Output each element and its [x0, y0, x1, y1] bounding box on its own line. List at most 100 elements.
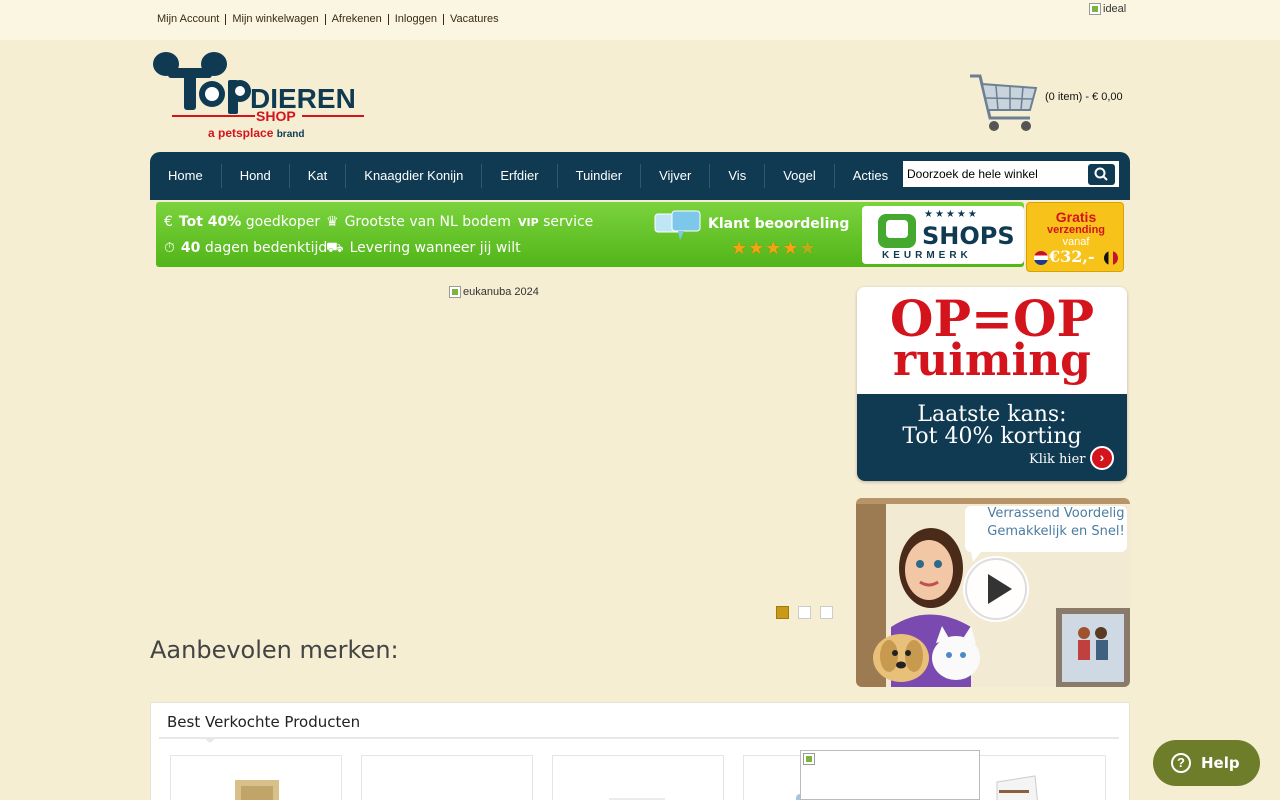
- search-input[interactable]: [907, 165, 1087, 183]
- speech-bubbles-icon: [654, 210, 701, 240]
- usp-largest: ♛ Grootste van NL bodem: [326, 214, 511, 230]
- search-icon: [1094, 167, 1108, 181]
- site-logo[interactable]: DIEREN SHOP a petsplace brand: [152, 50, 372, 145]
- chevron-right-icon[interactable]: ›: [1090, 446, 1114, 470]
- hero-slide-image[interactable]: eukanuba 2024: [449, 286, 539, 298]
- best-sellers-section: Best Verkochte Producten: [150, 702, 1130, 800]
- broken-image-icon: [449, 286, 461, 298]
- mini-cart[interactable]: (0 item) - € 0,00: [968, 70, 1130, 136]
- promo-klik-hier[interactable]: Klik hier: [1029, 452, 1085, 467]
- help-button[interactable]: ? Help: [1153, 740, 1260, 786]
- usp-banner: € Tot 40% goedkoper ♛ Grootste van NL bode…: [156, 202, 1024, 267]
- promo-video[interactable]: Verrassend Voordelig Gemakkelijk en Snel…: [856, 498, 1130, 687]
- qshops-q-icon: [878, 214, 916, 248]
- broken-image-icon: [1089, 3, 1101, 15]
- ideal-image: ideal: [1089, 3, 1126, 15]
- nav-item-vijver[interactable]: Vijver: [641, 164, 711, 188]
- link-mijn-account[interactable]: Mijn Account: [157, 13, 219, 25]
- slider-dot-2[interactable]: [798, 606, 811, 619]
- promo-korting: Tot 40% korting: [902, 424, 1082, 449]
- product-card[interactable]: [552, 755, 724, 800]
- link-mijn-winkelwagen[interactable]: Mijn winkelwagen: [232, 13, 318, 25]
- logo-shop: SHOP: [256, 108, 296, 124]
- usp-price: € Tot 40% goedkoper: [164, 214, 320, 230]
- help-label: Help: [1201, 754, 1240, 772]
- usp-returns-bold: 40: [180, 240, 201, 256]
- slider-dot-3[interactable]: [820, 606, 833, 619]
- cart-summary[interactable]: (0 item) - € 0,00: [1045, 91, 1123, 103]
- separator: [324, 13, 326, 25]
- klant-beoordeling: Klant beoordeling: [708, 216, 850, 232]
- nav-item-hond[interactable]: Hond: [222, 164, 290, 188]
- usp-returns-rest: dagen bedenktijd: [204, 240, 328, 256]
- usp-price-rest: goedkoper: [245, 214, 321, 230]
- question-icon: ?: [1171, 753, 1191, 773]
- search-button[interactable]: [1088, 164, 1115, 185]
- link-inloggen[interactable]: Inloggen: [395, 13, 437, 25]
- nav-item-erfdier[interactable]: Erfdier: [482, 164, 558, 188]
- usp-delivery-text: Levering wanneer jij wilt: [349, 240, 521, 256]
- promo-opruiming[interactable]: OP=OP ruiming Laatste kans: Tot 40% kort…: [857, 287, 1127, 481]
- usp-largest-text: Grootste van NL bodem: [344, 214, 511, 230]
- separator: [225, 13, 227, 25]
- promo-top: OP=OP ruiming: [857, 287, 1127, 394]
- verzending-label: verzending: [1046, 224, 1106, 236]
- usp-returns: ⏱ 40 dagen bedenktijd: [164, 240, 327, 256]
- nav-item-knaagdier-konijn[interactable]: Knaagdier Konijn: [346, 164, 483, 188]
- promo-bottom: Laatste kans: Tot 40% korting Klik hier …: [857, 394, 1127, 481]
- nav-item-acties[interactable]: Acties: [835, 164, 906, 188]
- netherlands-flag-icon: [1034, 251, 1048, 265]
- promo-ruiming-title: ruiming: [893, 335, 1091, 386]
- qshops-keurmerk[interactable]: ★★★★★ SHOPS KEURMERK: [862, 206, 1024, 264]
- qshops-name: SHOPS: [922, 222, 1015, 250]
- shopping-cart-icon: [970, 74, 1038, 131]
- product-image: [235, 780, 279, 800]
- account-links: Mijn Account Mijn winkelwagen Afrekenen …: [157, 13, 499, 25]
- broken-image-icon: [803, 753, 815, 765]
- search-box: [902, 160, 1120, 188]
- product-card[interactable]: [361, 755, 533, 800]
- video-tagline-2: Gemakkelijk en Snel!: [987, 524, 1125, 539]
- nav-item-vis[interactable]: Vis: [710, 164, 766, 188]
- crown-icon: ♛: [326, 214, 339, 230]
- nav-item-home[interactable]: Home: [150, 164, 222, 188]
- usp-vip: VIP service: [518, 214, 593, 230]
- slider-dot-1[interactable]: [776, 606, 789, 619]
- usp-vip-text: service: [543, 214, 594, 230]
- usp-delivery: ⛟ Levering wanneer jij wilt: [326, 240, 521, 258]
- belgium-flag-icon: [1104, 251, 1118, 265]
- ideal-alt-text: ideal: [1103, 3, 1127, 15]
- top-bar: Mijn Account Mijn winkelwagen Afrekenen …: [0, 0, 1280, 40]
- nav-item-tuindier[interactable]: Tuindier: [558, 164, 642, 188]
- nav-item-kat[interactable]: Kat: [290, 164, 347, 188]
- video-tagline-1: Verrassend Voordelig: [987, 506, 1125, 521]
- qshops-keurmerk-label: KEURMERK: [882, 250, 972, 261]
- hero-alt-text: eukanuba 2024: [463, 286, 539, 298]
- gratis-label: Gratis: [1055, 209, 1097, 225]
- product-card[interactable]: [170, 755, 342, 800]
- qshops-stars: ★★★★★: [924, 209, 979, 220]
- tab-underline: [159, 737, 1119, 739]
- euro-icon: €: [164, 214, 173, 230]
- separator: [387, 13, 389, 25]
- link-vacatures[interactable]: Vacatures: [450, 13, 499, 25]
- free-shipping-badge: Gratis verzending vanaf €32,-: [1026, 202, 1124, 272]
- truck-icon: ⛟: [326, 240, 344, 256]
- link-afrekenen[interactable]: Afrekenen: [332, 13, 382, 25]
- product-image: [609, 798, 665, 800]
- logo-tagline: a petsplace brand: [208, 126, 304, 140]
- separator: [442, 13, 444, 25]
- tab-pointer: [203, 737, 217, 743]
- shipping-amount: €32,-: [1049, 247, 1095, 266]
- nav-item-vogel[interactable]: Vogel: [765, 164, 835, 188]
- nav-menu: Home Hond Kat Knaagdier Konijn Erfdier T…: [150, 152, 906, 200]
- recommended-brands-heading: Aanbevolen merken:: [150, 636, 399, 664]
- rating-stars: ★★★★★: [731, 238, 817, 258]
- main-navigation: Home Hond Kat Knaagdier Konijn Erfdier T…: [150, 152, 1130, 200]
- stopwatch-icon: ⏱: [164, 240, 175, 256]
- logo-graphic: DIEREN SHOP a petsplace brand: [153, 52, 364, 140]
- slider-pagination: [776, 606, 833, 619]
- usp-price-bold: Tot 40%: [178, 214, 242, 230]
- best-sellers-tab[interactable]: Best Verkochte Producten: [167, 713, 360, 731]
- overlay-broken-image: [800, 750, 980, 800]
